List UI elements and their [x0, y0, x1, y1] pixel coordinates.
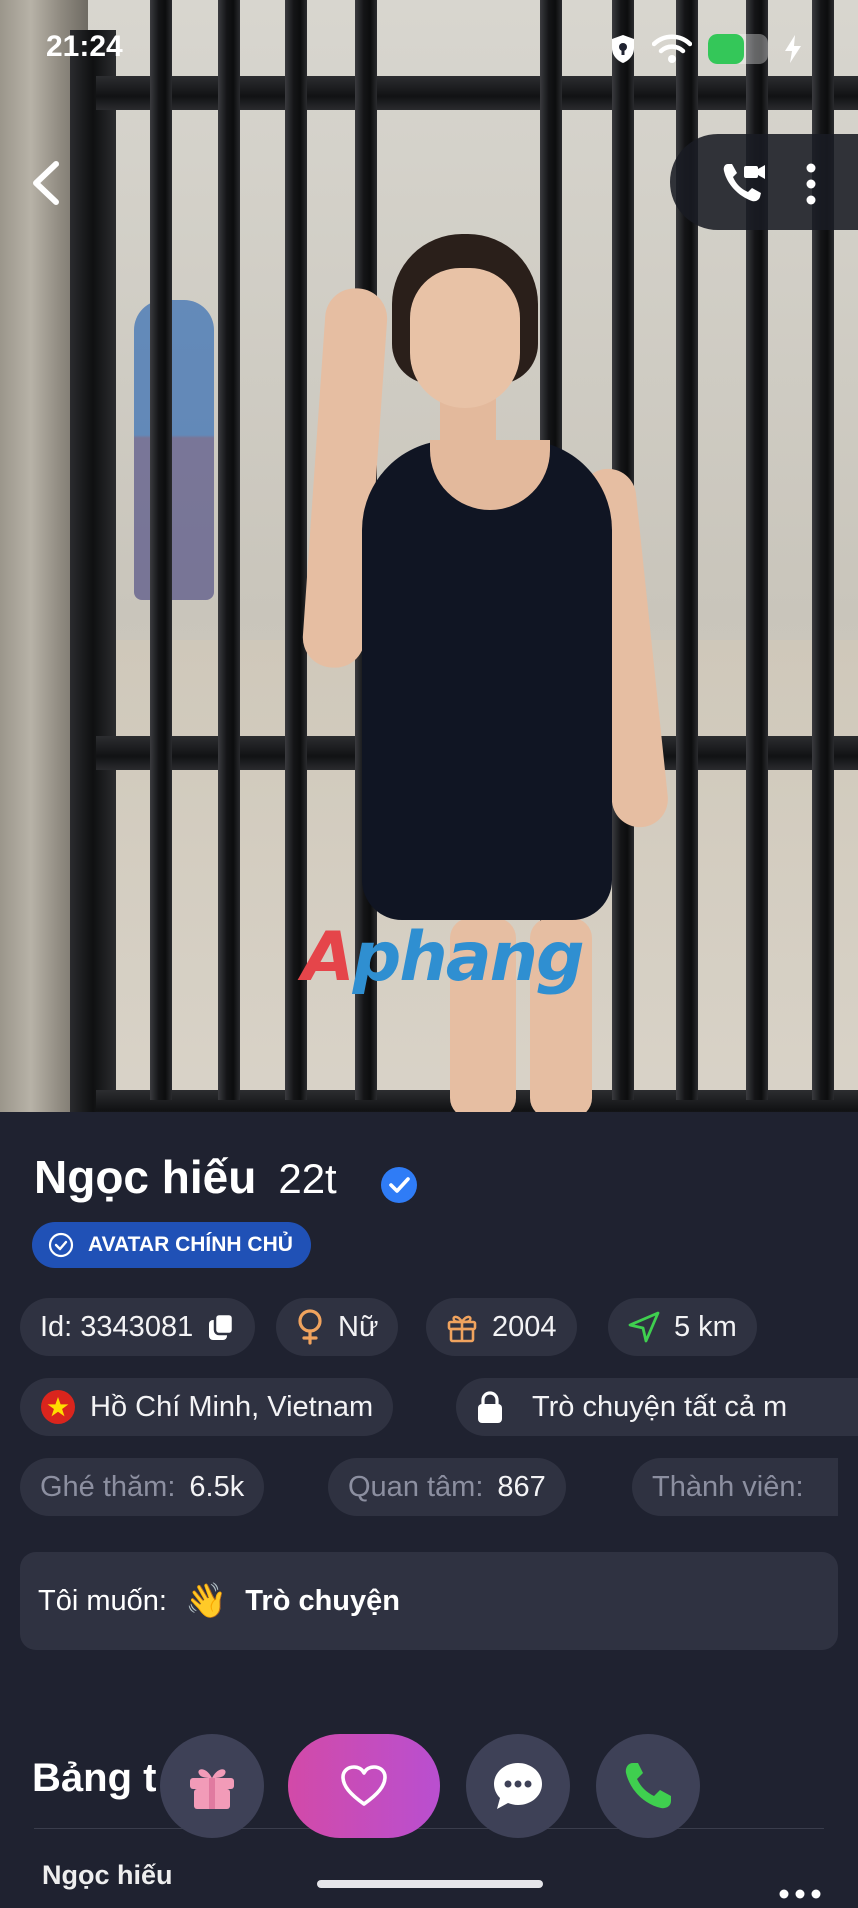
send-gift-button[interactable]: [160, 1734, 264, 1838]
location-chip: Hồ Chí Minh, Vietnam: [20, 1378, 394, 1436]
chat-button[interactable]: [466, 1734, 570, 1838]
waving-hand-icon: 👋: [184, 1582, 228, 1620]
interest-label: Quan tâm:: [348, 1470, 484, 1503]
heart-icon: [341, 1765, 387, 1806]
visits-label: Ghé thăm:: [40, 1470, 176, 1503]
chat-setting-value: Trò chuyện tất cả m: [532, 1390, 788, 1423]
profile-name-row: Ngọc hiếu 22t: [34, 1150, 337, 1204]
more-horizontal-icon[interactable]: [778, 1888, 822, 1900]
visits-stat: Ghé thăm: 6.5k: [20, 1458, 265, 1516]
watermark-logo: Aphang: [302, 918, 585, 997]
home-indicator[interactable]: [317, 1880, 543, 1888]
avatar-verified-badge: AVATAR CHÍNH CHỦ: [32, 1222, 311, 1268]
post-author-name: Ngọc hiếu: [42, 1860, 173, 1890]
charging-bolt-icon: [785, 35, 801, 63]
copy-icon[interactable]: [207, 1312, 235, 1342]
birth-year-value: 2004: [492, 1310, 557, 1343]
photo-background-person: [134, 300, 214, 600]
gate-post: [70, 30, 116, 1112]
status-time: 21:24: [46, 30, 123, 63]
like-button[interactable]: [288, 1734, 440, 1838]
gift-icon: [447, 1315, 477, 1343]
voice-call-button[interactable]: [596, 1734, 700, 1838]
gate-bar: [218, 0, 240, 1100]
badge-label: AVATAR CHÍNH CHỦ: [88, 1233, 293, 1256]
navigation-arrow-icon: [628, 1311, 660, 1343]
intent-box: Tôi muốn: 👋 Trò chuyện: [20, 1552, 838, 1650]
gate-rail-top: [96, 76, 858, 110]
gender-value: Nữ: [338, 1310, 379, 1343]
gate-bar: [150, 0, 172, 1100]
verified-check-icon: [381, 1167, 417, 1203]
divider: [34, 1828, 824, 1829]
interest-stat: Quan tâm: 867: [328, 1458, 566, 1516]
vietnam-flag-icon: [41, 1390, 75, 1424]
location-value: Hồ Chí Minh, Vietnam: [90, 1390, 374, 1423]
back-chevron-icon[interactable]: [26, 158, 66, 208]
profile-name: Ngọc hiếu: [34, 1151, 257, 1203]
more-vertical-icon[interactable]: [796, 162, 826, 206]
gender-chip: Nữ: [276, 1298, 399, 1356]
intent-value: Trò chuyện: [245, 1584, 400, 1617]
wifi-icon: [652, 34, 692, 63]
birth-year-chip: 2004: [426, 1298, 577, 1356]
visits-value: 6.5k: [189, 1470, 245, 1503]
intent-label: Tôi muốn:: [38, 1584, 167, 1617]
female-icon: [298, 1309, 322, 1345]
gift-icon: [190, 1769, 234, 1809]
profile-age: 22t: [278, 1155, 337, 1202]
chat-bubble-icon: [494, 1763, 542, 1809]
user-id: Id: 3343081: [40, 1310, 194, 1343]
status-icons: [610, 34, 802, 64]
battery-icon: [708, 34, 768, 64]
distance-chip: 5 km: [608, 1298, 757, 1356]
interest-value: 867: [497, 1470, 546, 1503]
section-title: Bảng t: [32, 1756, 157, 1800]
id-chip[interactable]: Id: 3343081: [20, 1298, 256, 1356]
members-stat: Thành viên:: [632, 1458, 838, 1516]
distance-value: 5 km: [674, 1310, 737, 1343]
vpn-shield-icon: [612, 35, 634, 63]
chat-setting-chip: Trò chuyện tất cả m: [456, 1378, 858, 1436]
members-label: Thành viên:: [652, 1470, 804, 1503]
phone-icon: [625, 1763, 671, 1809]
check-circle-icon: [48, 1232, 74, 1258]
lock-icon: [478, 1391, 502, 1423]
video-call-icon[interactable]: [720, 160, 766, 206]
